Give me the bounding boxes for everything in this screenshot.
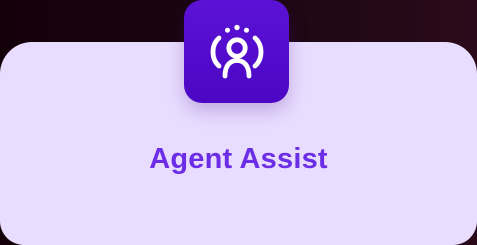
card-title: Agent Assist <box>149 143 328 175</box>
agent-assist-person-icon <box>210 24 263 78</box>
agent-assist-icon-tile <box>184 0 289 103</box>
